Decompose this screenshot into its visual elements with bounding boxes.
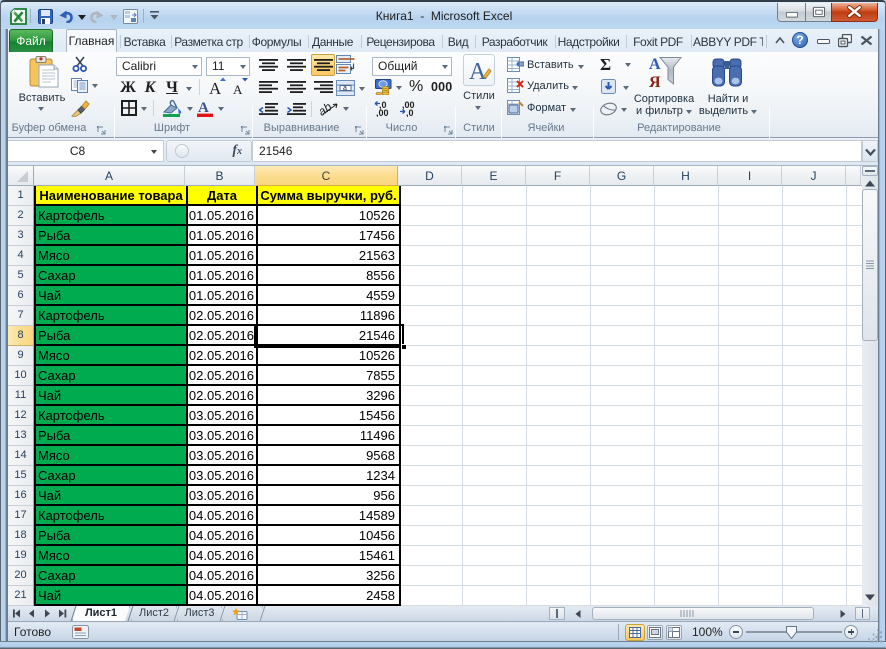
svg-text:,0: ,0 — [406, 108, 414, 117]
svg-text:А: А — [209, 79, 222, 96]
svg-text:А: А — [233, 82, 243, 96]
svg-text:ab: ab — [320, 100, 335, 117]
svg-text:,00: ,00 — [376, 108, 389, 117]
svg-text:Я: Я — [649, 74, 661, 90]
svg-text:А: А — [469, 59, 487, 83]
svg-text:a: a — [343, 85, 347, 92]
svg-text:А: А — [198, 100, 209, 116]
svg-text:А: А — [649, 56, 661, 73]
